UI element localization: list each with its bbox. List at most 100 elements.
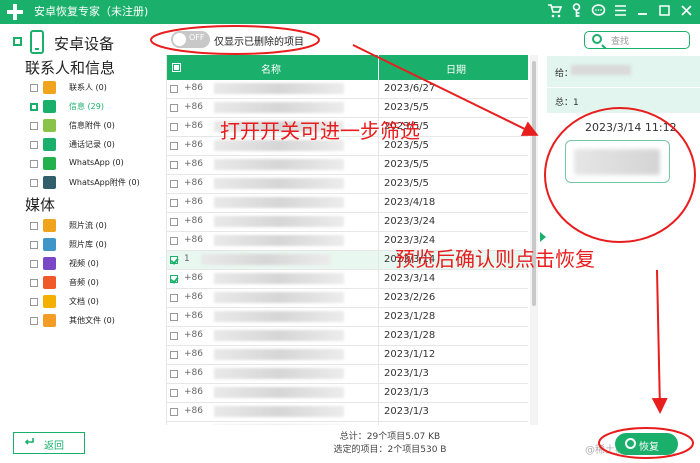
photo-library-icon	[43, 238, 56, 251]
column-divider	[378, 384, 379, 403]
row-date: 2023/3/24	[384, 216, 436, 227]
key-icon[interactable]	[569, 3, 584, 20]
close-icon[interactable]	[679, 3, 694, 20]
app-title: 安卓恢复专家（未注册)	[34, 5, 149, 18]
row-checkbox[interactable]	[170, 256, 178, 264]
sidebar-item-checkbox[interactable]	[30, 260, 38, 268]
row-checkbox[interactable]	[170, 218, 178, 226]
recover-button[interactable]: 恢复	[615, 433, 678, 455]
message-preview-panel: 给： 总：1	[547, 56, 700, 426]
sidebar-item-checkbox[interactable]	[30, 179, 38, 187]
sidebar-item-checkbox[interactable]	[30, 298, 38, 306]
row-checkbox[interactable]	[170, 389, 178, 397]
table-row[interactable]: +86 2023/5/5	[167, 175, 528, 194]
table-row[interactable]: +86 2023/1/12	[167, 346, 528, 365]
cart-icon[interactable]	[547, 3, 562, 20]
table-row[interactable]: +86 2023/1/3	[167, 384, 528, 403]
table-row[interactable]: +86 2023/6/27	[167, 80, 528, 99]
back-label: 返回	[44, 441, 64, 452]
expand-preview-arrow-icon[interactable]	[540, 232, 546, 242]
table-row[interactable]: +86 2023/3/14	[167, 270, 528, 289]
table-row[interactable]: +86 2023/1/28	[167, 327, 528, 346]
back-arrow-icon	[24, 438, 34, 445]
row-checkbox[interactable]	[170, 332, 178, 340]
blurred-contact-text	[214, 292, 344, 303]
table-row[interactable]: +86 2023/1/3	[167, 403, 528, 422]
sidebar-item-checkbox[interactable]	[30, 141, 38, 149]
name-column-header[interactable]: 名称	[261, 61, 281, 76]
row-name: +86	[184, 102, 354, 115]
row-checkbox[interactable]	[170, 370, 178, 378]
sidebar-item-checkbox[interactable]	[30, 122, 38, 130]
row-checkbox[interactable]	[170, 313, 178, 321]
row-name-text: +86	[184, 83, 203, 93]
table-select-all-checkbox[interactable]	[172, 63, 181, 72]
row-checkbox[interactable]	[170, 237, 178, 245]
table-row[interactable]: +86 2023/2/26	[167, 289, 528, 308]
blurred-contact-text	[214, 102, 344, 113]
chat-icon[interactable]	[591, 3, 606, 20]
row-checkbox[interactable]	[170, 294, 178, 302]
row-checkbox[interactable]	[170, 408, 178, 416]
row-date: 2023/3/14	[384, 273, 436, 284]
back-button[interactable]: 返回	[13, 432, 85, 454]
date-column-header[interactable]: 日期	[446, 61, 466, 76]
message-bubble	[565, 140, 670, 183]
sidebar-item-checkbox[interactable]	[30, 160, 38, 168]
table-row[interactable]: +862022/12/17	[167, 422, 528, 425]
sidebar-item-label: 照片流 (0)	[69, 221, 107, 230]
row-checkbox[interactable]	[170, 142, 178, 150]
row-date: 2023/5/5	[384, 159, 429, 170]
row-name: +86	[184, 368, 354, 381]
messages-table: 名称 日期 +86 2023/6/27 +86 2023/5/5 +86 2023/5/5…	[166, 55, 528, 425]
column-divider	[378, 251, 379, 270]
maximize-icon[interactable]	[657, 3, 672, 20]
row-checkbox[interactable]	[170, 180, 178, 188]
document-icon	[43, 295, 56, 308]
table-row[interactable]: +86 2023/1/3	[167, 365, 528, 384]
row-date: 2023/1/12	[384, 349, 436, 360]
recover-icon	[625, 438, 636, 449]
sidebar-item-checkbox[interactable]	[30, 84, 38, 92]
row-checkbox[interactable]	[170, 123, 178, 131]
table-row[interactable]: +86 2023/5/5	[167, 156, 528, 175]
row-date: 2023/6/27	[384, 83, 436, 94]
table-scrollbar[interactable]	[530, 55, 538, 425]
sidebar-item-label: 视频 (0)	[69, 259, 99, 268]
row-checkbox[interactable]	[170, 85, 178, 93]
row-date: 2023/5/5	[384, 102, 429, 113]
sidebar-item-checkbox[interactable]	[30, 103, 38, 111]
row-date: 2023/1/3	[384, 368, 429, 379]
row-checkbox[interactable]	[170, 351, 178, 359]
sidebar-item-label: WhatsApp附件 (0)	[69, 178, 140, 187]
toggle-label: 仅显示已删除的项目	[214, 37, 304, 48]
row-name: +86	[184, 349, 354, 362]
messages-icon	[43, 100, 56, 113]
row-checkbox[interactable]	[170, 275, 178, 283]
other-files-icon	[43, 314, 56, 327]
row-checkbox[interactable]	[170, 199, 178, 207]
row-name-text: +86	[184, 216, 203, 226]
table-row[interactable]: +86 2023/3/24	[167, 213, 528, 232]
sidebar-item-checkbox[interactable]	[30, 241, 38, 249]
sidebar-item-label: 信息附件 (0)	[69, 121, 115, 130]
sidebar-item-checkbox[interactable]	[30, 279, 38, 287]
row-name-text: 1	[184, 254, 190, 264]
deleted-only-toggle[interactable]: OFF	[171, 31, 210, 48]
table-row[interactable]: +86 2023/1/28	[167, 308, 528, 327]
row-checkbox[interactable]	[170, 104, 178, 112]
sidebar-item-label: 照片库 (0)	[69, 240, 107, 249]
table-row[interactable]: +86 2023/4/18	[167, 194, 528, 213]
select-all-checkbox[interactable]	[13, 37, 22, 46]
row-name: +86	[184, 330, 354, 343]
sidebar-item-checkbox[interactable]	[30, 222, 38, 230]
search-input[interactable]: 查找	[584, 31, 690, 49]
blurred-contact-text	[200, 254, 331, 265]
menu-icon[interactable]	[613, 3, 628, 20]
blurred-contact-text	[214, 216, 344, 227]
minimize-icon[interactable]	[635, 3, 650, 20]
toggle-state: OFF	[189, 33, 205, 42]
row-checkbox[interactable]	[170, 161, 178, 169]
row-date: 2023/1/3	[384, 387, 429, 398]
sidebar-item-checkbox[interactable]	[30, 317, 38, 325]
